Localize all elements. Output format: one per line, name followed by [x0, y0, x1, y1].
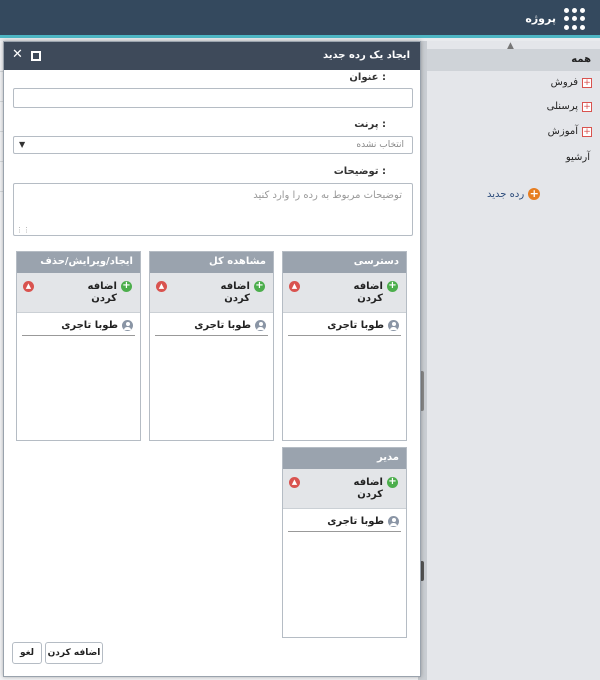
- sidebar-item-personnel[interactable]: + پرسنلی: [547, 101, 592, 112]
- user-name: طوبا تاجری: [327, 320, 384, 331]
- user-name: طوبا تاجری: [194, 320, 251, 331]
- sidebar-item-label: آرشیو: [565, 152, 590, 163]
- new-category-label: رده جدید: [487, 188, 525, 200]
- sidebar-item-label: آموزش: [547, 126, 578, 137]
- plus-square-icon[interactable]: +: [582, 77, 592, 88]
- add-circle-icon[interactable]: +: [387, 281, 398, 292]
- card-add-area: + اضافه کردن ▲: [283, 273, 406, 313]
- add-circle-icon[interactable]: +: [387, 477, 398, 488]
- user-avatar-icon: [122, 320, 133, 331]
- parent-field-label: پرنت :: [354, 119, 386, 130]
- submit-button[interactable]: اضافه کردن: [45, 642, 103, 664]
- permission-card-edit: ایجاد/ویرایش/حذف + اضافه کردن ▲ طوبا تاج…: [16, 251, 141, 441]
- chevron-down-icon: ▼: [19, 140, 26, 149]
- delete-icon[interactable]: ▲: [156, 281, 167, 292]
- new-category-dialog: ✕ ایجاد یک رده جدید عنوان : پرنت : انتخا…: [3, 41, 421, 677]
- sidebar-item-label: پرسنلی: [546, 101, 578, 112]
- sidebar-item-sales[interactable]: + فروش: [551, 77, 592, 88]
- user-avatar-icon: [255, 320, 266, 331]
- plus-square-icon[interactable]: +: [582, 126, 592, 137]
- add-user-button[interactable]: اضافه کردن: [328, 281, 383, 305]
- user-avatar-icon: [388, 320, 399, 331]
- add-user-button[interactable]: اضافه کردن: [328, 477, 383, 501]
- sidebar-item-archive[interactable]: آرشیو: [566, 152, 590, 163]
- card-title: دسترسی: [283, 252, 406, 273]
- top-bar: پروژه: [0, 0, 600, 38]
- resize-grip-icon[interactable]: ⋮⋮: [16, 226, 30, 234]
- sidebar-item-label: فروش: [550, 77, 578, 88]
- grid-menu-icon[interactable]: [564, 8, 586, 30]
- add-circle-icon[interactable]: +: [254, 281, 265, 292]
- app-title: پروژه: [525, 12, 556, 25]
- list-item[interactable]: طوبا تاجری: [155, 316, 268, 336]
- title-input[interactable]: [13, 88, 413, 108]
- description-placeholder: توضیحات مربوط به رده را وارد کنید: [253, 190, 402, 201]
- user-name: طوبا تاجری: [327, 516, 384, 527]
- list-item[interactable]: طوبا تاجری: [22, 316, 135, 336]
- maximize-icon[interactable]: [31, 51, 41, 61]
- card-add-area: + اضافه کردن ▲: [283, 469, 406, 509]
- sidebar-item-all[interactable]: همه: [427, 49, 600, 71]
- dialog-title: ایجاد یک رده جدید: [322, 50, 410, 61]
- permission-card-manager: مدیر + اضافه کردن ▲ طوبا تاجری: [282, 447, 407, 638]
- card-title: مشاهده کل: [150, 252, 273, 273]
- user-name: طوبا تاجری: [61, 320, 118, 331]
- plus-square-icon[interactable]: +: [582, 101, 592, 112]
- permission-card-access: دسترسی + اضافه کردن ▲ طوبا تاجری: [282, 251, 407, 441]
- title-field-label: عنوان :: [349, 72, 386, 83]
- card-add-area: + اضافه کردن ▲: [150, 273, 273, 313]
- add-circle-icon[interactable]: +: [121, 281, 132, 292]
- list-item[interactable]: طوبا تاجری: [288, 316, 401, 336]
- new-category-link[interactable]: رده جدید +: [487, 187, 541, 200]
- cancel-button[interactable]: لغو: [12, 642, 42, 664]
- delete-icon[interactable]: ▲: [289, 477, 300, 488]
- card-title: ایجاد/ویرایش/حذف: [17, 252, 140, 273]
- parent-select[interactable]: انتخاب نشده ▼: [13, 136, 413, 154]
- list-item[interactable]: طوبا تاجری: [288, 512, 401, 532]
- delete-icon[interactable]: ▲: [289, 281, 300, 292]
- close-icon[interactable]: ✕: [12, 48, 23, 62]
- user-avatar-icon: [388, 516, 399, 527]
- permission-card-view-all: مشاهده کل + اضافه کردن ▲ طوبا تاجری: [149, 251, 274, 441]
- description-textarea[interactable]: توضیحات مربوط به رده را وارد کنید ⋮⋮: [13, 183, 413, 236]
- parent-select-value: انتخاب نشده: [356, 140, 404, 150]
- plus-circle-icon: +: [528, 187, 541, 200]
- add-user-button[interactable]: اضافه کردن: [62, 281, 117, 305]
- category-sidebar: ▲ همه + فروش + پرسنلی + آموزش آرشیو رده …: [426, 41, 600, 680]
- card-add-area: + اضافه کردن ▲: [17, 273, 140, 313]
- add-user-button[interactable]: اضافه کردن: [195, 281, 250, 305]
- card-title: مدیر: [283, 448, 406, 469]
- sidebar-item-label: همه: [571, 54, 591, 65]
- description-field-label: توضیحات :: [333, 166, 386, 177]
- delete-icon[interactable]: ▲: [23, 281, 34, 292]
- sidebar-item-education[interactable]: + آموزش: [548, 126, 592, 137]
- dialog-header: ✕ ایجاد یک رده جدید: [4, 42, 420, 70]
